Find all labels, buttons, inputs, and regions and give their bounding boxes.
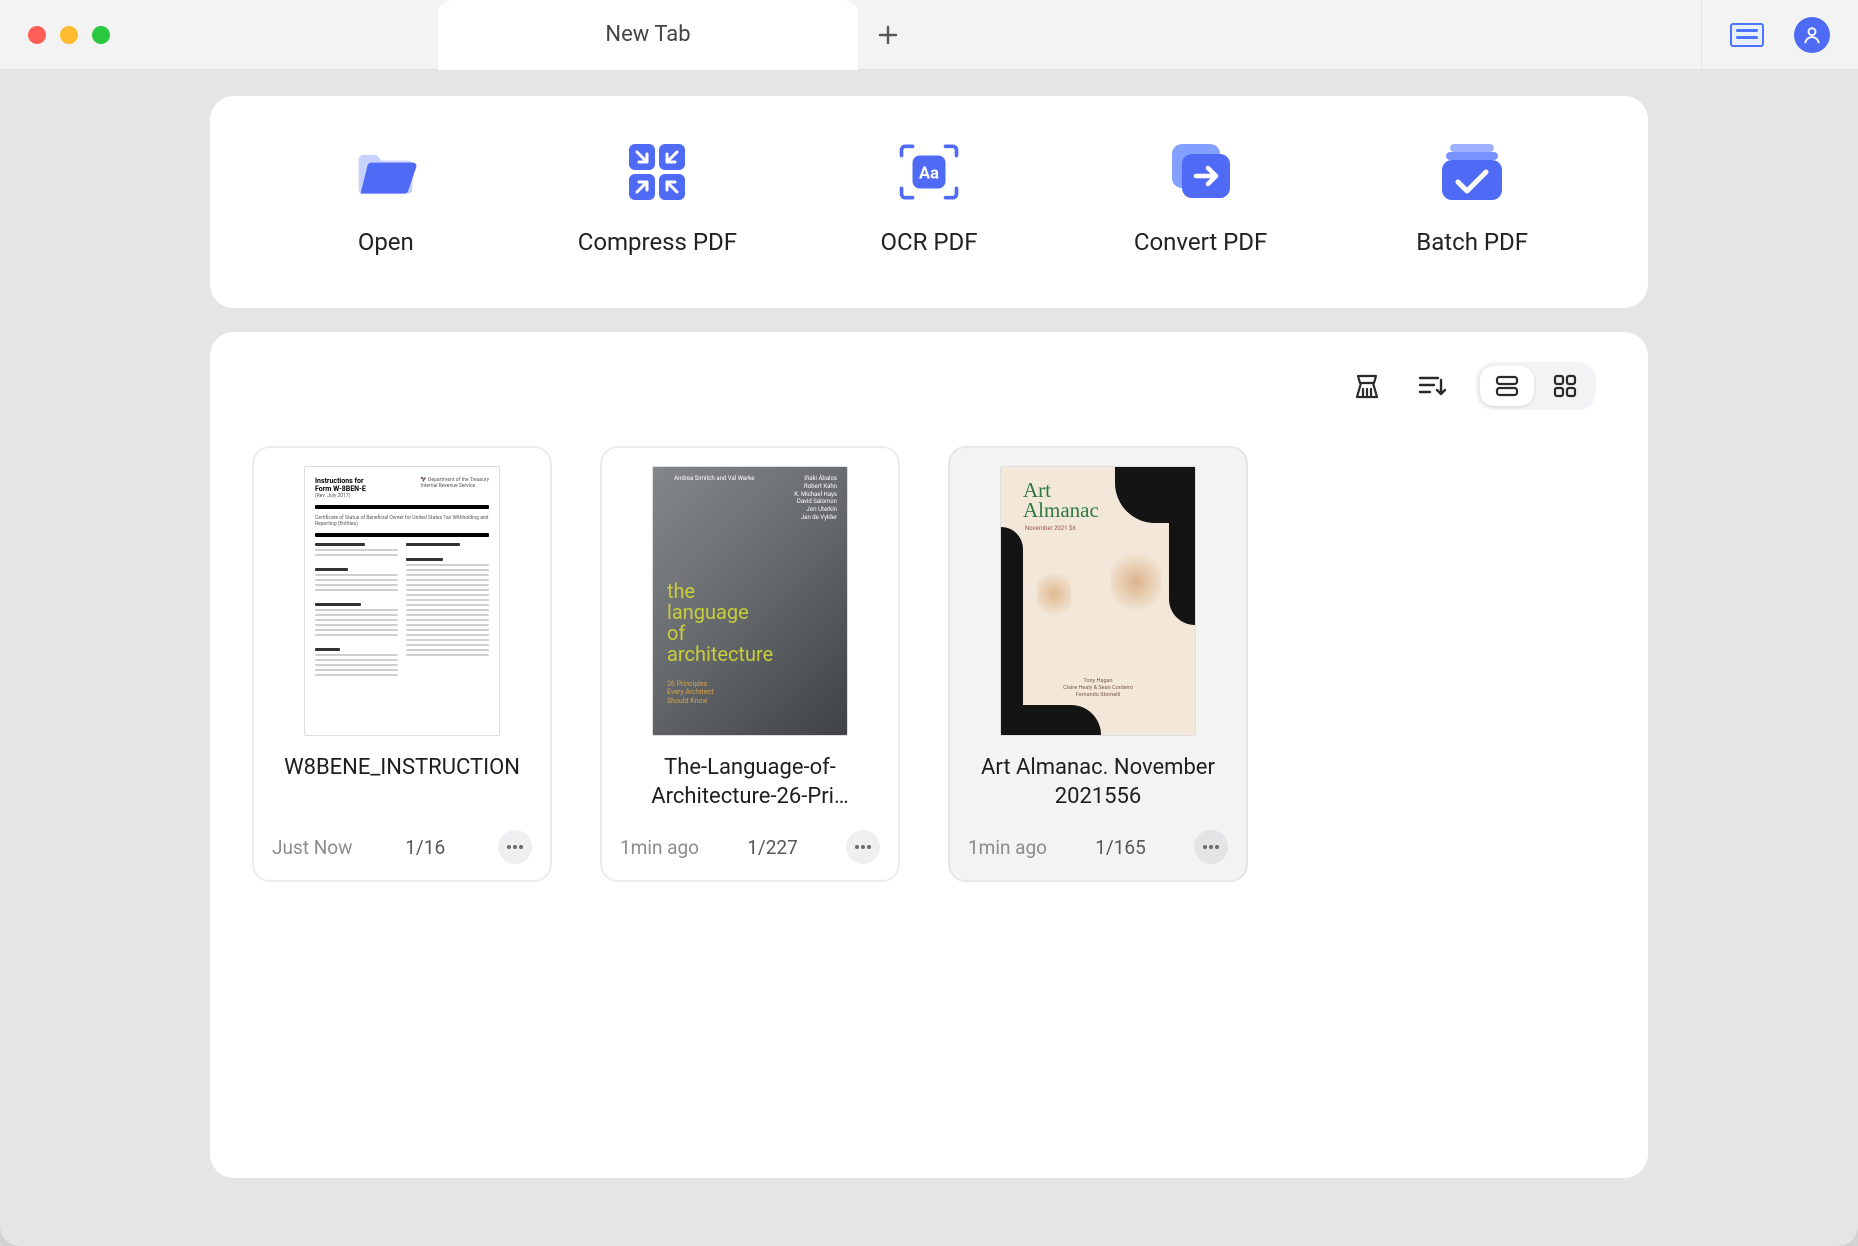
close-window-button[interactable] [28,26,46,44]
recent-cards: Instructions for Form W-8BEN-E(Rev. July… [242,446,1616,882]
sort-button[interactable] [1412,367,1450,405]
minimize-window-button[interactable] [60,26,78,44]
more-icon [1202,844,1220,850]
fullscreen-window-button[interactable] [92,26,110,44]
new-tab-button[interactable] [858,0,918,70]
plus-icon [877,24,899,46]
tab-title: New Tab [605,22,690,47]
card-more-button[interactable] [498,830,532,864]
view-toggle [1476,362,1596,410]
clear-recents-button[interactable] [1348,367,1386,405]
grid-view-icon [1552,373,1578,399]
card-meta: Just Now 1/16 [272,830,532,864]
document-title: The-Language-of-Architecture-26-Pri… [620,754,880,812]
list-view-icon [1494,373,1520,399]
batch-icon [1439,142,1505,202]
app-window: New Tab Open [0,0,1858,1246]
page-count: 1/227 [747,836,798,859]
card-meta: 1min ago 1/227 [620,830,880,864]
quick-actions-panel: Open Compress PDF [210,96,1648,308]
view-grid-button[interactable] [1538,366,1592,406]
broom-icon [1352,371,1382,401]
recent-panel: Instructions for Form W-8BEN-E(Rev. July… [210,332,1648,1178]
card-more-button[interactable] [1194,830,1228,864]
recent-card[interactable]: Art Almanac November 2021 $6 Tony HaganC… [948,446,1248,882]
titlebar: New Tab [0,0,1858,70]
action-label: Open [358,228,414,256]
document-title: W8BENE_INSTRUCTION [272,754,532,812]
action-label: Compress PDF [578,228,737,256]
svg-text:Aa: Aa [919,164,939,183]
action-label: OCR PDF [880,228,977,256]
app-icon[interactable] [1730,23,1764,47]
action-label: Convert PDF [1134,228,1267,256]
convert-icon [1168,142,1234,202]
account-button[interactable] [1794,17,1830,53]
titlebar-right [1701,0,1858,70]
folder-open-icon [353,142,419,202]
action-compress-pdf[interactable]: Compress PDF [557,142,757,256]
more-icon [854,844,872,850]
action-batch-pdf[interactable]: Batch PDF [1372,142,1572,256]
tab-new-tab[interactable]: New Tab [438,0,858,70]
more-icon [506,844,524,850]
user-icon [1802,25,1822,45]
time-label: 1min ago [620,836,699,859]
sort-icon [1416,371,1446,401]
view-list-button[interactable] [1480,366,1534,406]
document-thumbnail: Instructions for Form W-8BEN-E(Rev. July… [304,466,500,736]
action-label: Batch PDF [1416,228,1528,256]
recent-card[interactable]: Andrea Simitch and Val Warke Iñaki Ábalo… [600,446,900,882]
card-more-button[interactable] [846,830,880,864]
card-meta: 1min ago 1/165 [968,830,1228,864]
action-convert-pdf[interactable]: Convert PDF [1101,142,1301,256]
window-controls [0,26,138,44]
recent-card[interactable]: Instructions for Form W-8BEN-E(Rev. July… [252,446,552,882]
compress-icon [624,142,690,202]
ocr-icon: Aa [896,142,962,202]
time-label: 1min ago [968,836,1047,859]
action-open[interactable]: Open [286,142,486,256]
page-count: 1/16 [405,836,445,859]
document-thumbnail: Art Almanac November 2021 $6 Tony HaganC… [1000,466,1196,736]
content: Open Compress PDF [0,70,1858,1218]
action-ocr-pdf[interactable]: Aa OCR PDF [829,142,1029,256]
time-label: Just Now [272,836,352,859]
document-title: Art Almanac. November 2021556 [968,754,1228,812]
document-thumbnail: Andrea Simitch and Val Warke Iñaki Ábalo… [652,466,848,736]
recent-toolbar [242,360,1616,446]
page-count: 1/165 [1095,836,1146,859]
